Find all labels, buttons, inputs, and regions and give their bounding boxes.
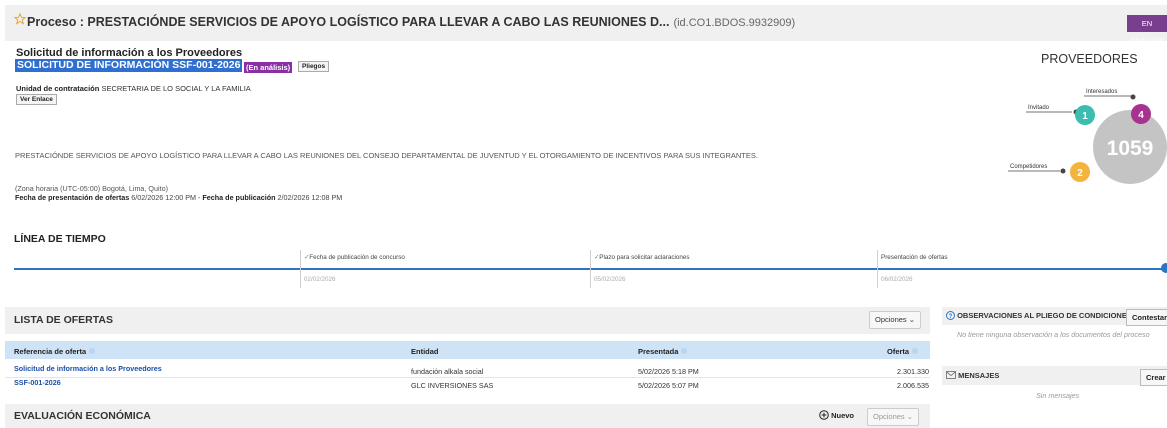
new-evaluation-label: Nuevo xyxy=(831,411,855,420)
timeline-event-3-date: 06/02/2026 xyxy=(881,276,913,283)
competidores-marker xyxy=(1060,168,1066,174)
request-code: SOLICITUD DE INFORMACIÓN SSF-001-2026 xyxy=(15,59,243,72)
offer-date: 5/02/2026 5:18 PM xyxy=(638,367,699,376)
messages-title-label: MENSAJES xyxy=(958,371,1000,380)
timeline-event-3[interactable]: Presentación de ofertas xyxy=(881,254,948,261)
offer-reference-link[interactable]: SSF-001-2026 xyxy=(14,378,61,387)
economic-title: EVALUACIÓN ECONÓMICA xyxy=(14,410,151,422)
invitado-count: 1 xyxy=(1082,111,1088,122)
timeline-event-2-date: 05/02/2026 xyxy=(594,276,626,283)
column-reference[interactable]: Referencia de oferta xyxy=(14,347,96,356)
envelope-icon xyxy=(946,371,956,379)
contracting-unit-label: Unidad de contratación xyxy=(16,84,100,93)
offer-amount: 2.301.330 xyxy=(897,367,929,376)
providers-bubble-chart: 1059 Invitado 1 Interesados 4 Competidor… xyxy=(1008,89,1167,184)
publish-date-label: Fecha de publicación xyxy=(202,193,276,202)
competidores-count: 2 xyxy=(1077,168,1083,179)
observations-title: ? OBSERVACIONES AL PLIEGO DE CONDICIONES xyxy=(946,311,1132,320)
pliegos-button[interactable]: Pliegos xyxy=(298,61,330,72)
competidores-label: Competidores xyxy=(1010,164,1047,170)
create-message-button[interactable]: Crear xyxy=(1140,369,1167,386)
column-submitted-label: Presentada xyxy=(638,347,679,356)
timeline-event-1[interactable]: ✓Fecha de publicación de concurso xyxy=(304,254,405,261)
sort-icon xyxy=(681,348,688,354)
view-link-button[interactable]: Ver Enlace xyxy=(16,94,57,105)
observations-empty: No tiene ninguna observación a los docum… xyxy=(957,330,1150,339)
process-description: PRESTACIÓNDE SERVICIOS DE APOYO LOGÍSTIC… xyxy=(15,151,758,160)
help-icon: ? xyxy=(946,311,955,320)
timeline-tick xyxy=(590,250,591,288)
reply-button[interactable]: Contestar xyxy=(1126,309,1167,326)
offer-amount: 2.006.535 xyxy=(897,381,929,390)
column-offer[interactable]: Oferta xyxy=(887,347,919,356)
column-submitted[interactable]: Presentada xyxy=(638,347,688,356)
sort-icon xyxy=(912,348,919,354)
offers-date-label: Fecha de presentación de ofertas xyxy=(15,193,130,202)
column-reference-label: Referencia de oferta xyxy=(14,347,87,356)
interesados-marker xyxy=(1130,94,1136,100)
observations-title-label: OBSERVACIONES AL PLIEGO DE CONDICIONES xyxy=(957,311,1132,320)
messages-empty: Sin mensajes xyxy=(1036,391,1080,400)
providers-title: PROVEEDORES xyxy=(1041,52,1138,66)
timeline-end-marker xyxy=(1161,263,1167,273)
offers-options-button[interactable]: Opciones ⌄ xyxy=(869,311,922,329)
request-heading: Solicitud de información a los Proveedor… xyxy=(16,47,243,59)
process-title: Proceso : PRESTACIÓNDE SERVICIOS DE APOY… xyxy=(27,15,796,29)
row-divider xyxy=(5,377,930,378)
interesados-count: 4 xyxy=(1138,110,1144,121)
timezone-note: (Zona horaria (UTC-05:00) Bogotá, Lima, … xyxy=(15,184,168,193)
timeline-heading: LÍNEA DE TIEMPO xyxy=(14,233,106,245)
timeline-event-2-label: Plazo para solicitar aclaraciones xyxy=(599,254,690,261)
interesados-label: Interesados xyxy=(1086,89,1117,95)
request-status-badge: (En análisis) xyxy=(244,62,293,73)
dates-separator: - xyxy=(198,193,201,202)
publish-date-value: 2/02/2026 12:08 PM xyxy=(277,193,343,202)
timeline-event-2[interactable]: ✓Plazo para solicitar aclaraciones xyxy=(594,254,690,261)
offers-options-label: Opciones xyxy=(875,315,907,324)
sort-icon xyxy=(89,348,96,354)
invitado-label: Invitado xyxy=(1028,105,1050,111)
contracting-unit: Unidad de contratación SECRETARIA DE LO … xyxy=(16,84,251,93)
offers-table-header xyxy=(5,341,930,359)
economic-options-button[interactable]: Opciones ⌄ xyxy=(867,408,920,426)
chevron-down-icon: ⌄ xyxy=(906,412,914,421)
timeline-tick xyxy=(877,250,878,288)
svg-text:?: ? xyxy=(949,314,953,320)
messages-title: MENSAJES xyxy=(946,371,999,380)
column-entity[interactable]: Entidad xyxy=(411,347,439,356)
offer-entity: fundación alkala social xyxy=(411,367,484,376)
offer-date: 5/02/2026 5:07 PM xyxy=(638,381,699,390)
column-offer-label: Oferta xyxy=(887,347,910,356)
status-badge: EN ANÁLISIS xyxy=(1127,15,1167,45)
timeline-tick xyxy=(300,250,301,288)
timeline-event-1-label: Fecha de publicación de concurso xyxy=(309,254,405,261)
offers-title: LISTA DE OFERTAS xyxy=(14,314,113,326)
offer-reference-link[interactable]: Solicitud de información a los Proveedor… xyxy=(14,364,162,373)
key-dates: Fecha de presentación de ofertas 6/02/20… xyxy=(15,193,342,202)
economic-options-label: Opciones xyxy=(873,412,905,421)
plus-circle-icon xyxy=(819,410,829,420)
chevron-down-icon: ⌄ xyxy=(908,315,916,324)
star-icon[interactable] xyxy=(14,13,26,25)
timeline-event-1-date: 02/02/2026 xyxy=(304,276,336,283)
offers-section-bar xyxy=(5,307,930,334)
offer-entity: GLC INVERSIONES SAS xyxy=(411,381,494,390)
process-id: (id.CO1.BDOS.9932909) xyxy=(673,17,796,29)
offers-date-value: 6/02/2026 12:00 PM xyxy=(131,193,196,202)
total-count: 1059 xyxy=(1107,137,1154,160)
new-evaluation-button[interactable]: Nuevo xyxy=(819,410,854,420)
contracting-unit-value: SECRETARIA DE LO SOCIAL Y LA FAMILIA xyxy=(101,84,251,93)
